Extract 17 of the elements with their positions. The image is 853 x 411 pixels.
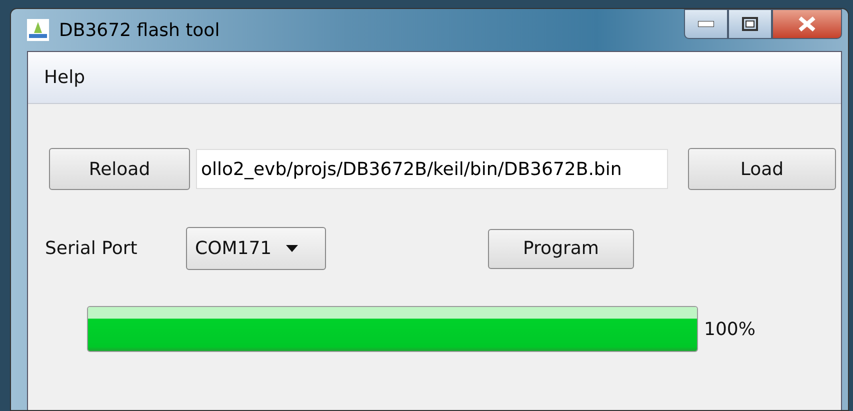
- menu-item[interactable]: Help: [40, 62, 90, 93]
- program-button[interactable]: Program: [488, 228, 634, 268]
- serial-port-dropdown[interactable]: COM171: [186, 227, 326, 270]
- load-button[interactable]: Load: [688, 148, 836, 190]
- app-icon: [27, 19, 49, 41]
- maximize-icon: [742, 17, 758, 31]
- progress-percentage: 100%: [704, 318, 756, 342]
- window-title: DB3672 flash tool: [59, 18, 220, 42]
- dropdown-caret-icon: [286, 245, 298, 252]
- minimize-icon: [698, 21, 714, 27]
- serial-port-label: Serial Port: [45, 237, 138, 261]
- close-icon: [798, 16, 816, 32]
- reload-button[interactable]: Reload: [49, 148, 190, 190]
- close-button[interactable]: [772, 9, 842, 39]
- file-path-field[interactable]: ollo2_evb/projs/DB3672B/keil/bin/DB3672B.bin: [196, 149, 668, 189]
- minimize-button[interactable]: [684, 9, 728, 39]
- maximize-button[interactable]: [728, 9, 772, 39]
